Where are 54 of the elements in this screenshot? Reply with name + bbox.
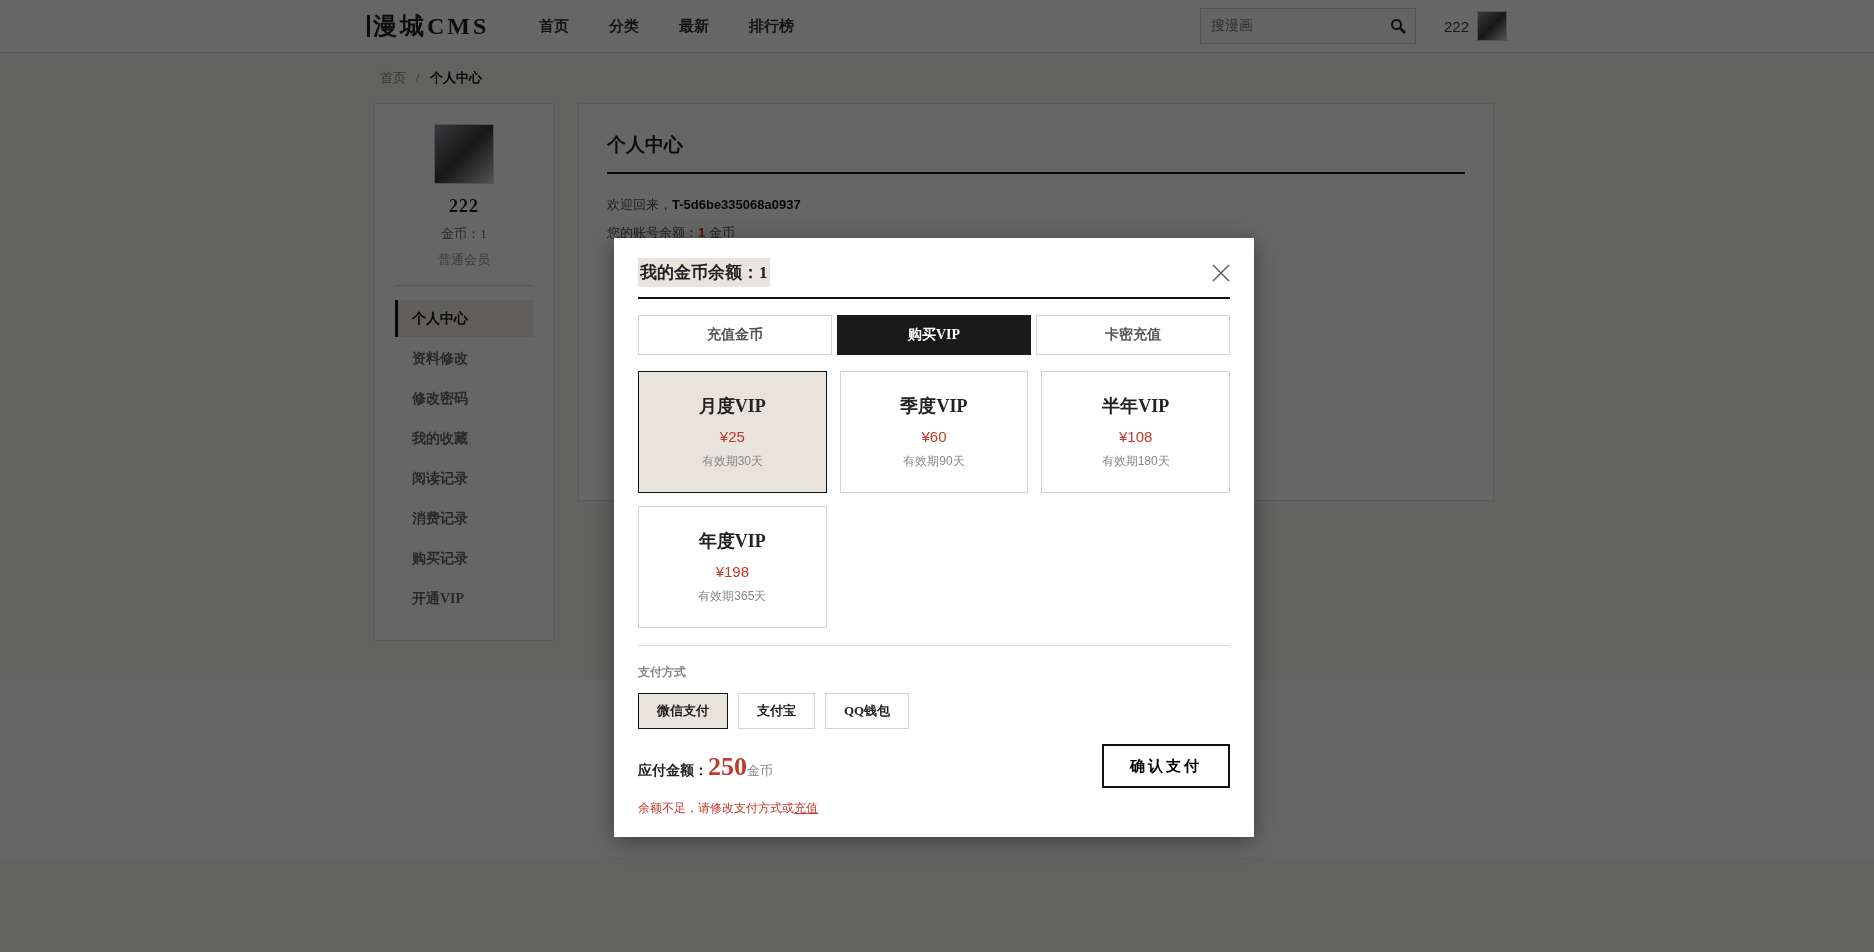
plan-name: 年度VIP: [698, 530, 766, 553]
recharge-link[interactable]: 充值: [794, 801, 818, 815]
profile-username: 222: [449, 196, 479, 217]
sidebar-item[interactable]: 个人中心: [395, 300, 533, 337]
sidebar-item[interactable]: 购买记录: [395, 540, 533, 577]
sidebar-item[interactable]: 阅读记录: [395, 460, 533, 497]
nav-link[interactable]: 首页: [539, 16, 570, 36]
plan-card[interactable]: 半年VIP ¥108 有效期180天: [1041, 371, 1230, 493]
nav-link[interactable]: 分类: [609, 16, 640, 36]
sidebar-item[interactable]: 消费记录: [395, 500, 533, 537]
search-icon[interactable]: [1389, 18, 1406, 34]
plan-name: 月度VIP: [698, 395, 766, 418]
coin-count: 金币：1: [441, 225, 487, 243]
sidebar-item[interactable]: 资料修改: [395, 340, 533, 377]
plan-validity: 有效期180天: [1101, 453, 1170, 470]
plan-card[interactable]: 月度VIP ¥25 有效期30天: [638, 371, 827, 493]
plan-validity: 有效期30天: [701, 453, 763, 470]
nav-link[interactable]: 最新: [679, 16, 710, 36]
dialog-tab[interactable]: 卡密充值: [1036, 315, 1230, 355]
close-button[interactable]: [1212, 263, 1230, 282]
plan-validity: 有效期365天: [698, 588, 767, 605]
confirm-button[interactable]: 确认支付: [1102, 744, 1230, 788]
plan-price: ¥60: [921, 428, 947, 445]
payment-option[interactable]: QQ钱包: [825, 693, 910, 729]
breadcrumb-separator: /: [416, 69, 420, 86]
sidebar-item[interactable]: 开通VIP: [395, 580, 533, 617]
dialog-tab[interactable]: 购买VIP: [837, 315, 1031, 355]
welcome-text: 欢迎回来，T-5d6be335068a0937: [607, 196, 802, 214]
dialog-tab[interactable]: 充值金币: [638, 315, 832, 355]
amount-value: 250: [708, 752, 747, 782]
plan-validity: 有效期90天: [903, 453, 965, 470]
payment-label: 支付方式: [638, 664, 687, 681]
avatar-placeholder: [434, 124, 494, 184]
plan-card[interactable]: 年度VIP ¥198 有效期365天: [638, 506, 827, 628]
plan-name: 季度VIP: [900, 395, 968, 418]
page-title: 个人中心: [607, 132, 1465, 174]
warning-text: 余额不足，请修改支付方式或充值: [638, 800, 819, 817]
nav-link[interactable]: 排行榜: [749, 16, 795, 36]
amount-unit: 金币: [747, 763, 773, 780]
site-logo[interactable]: 漫城CMS: [367, 15, 490, 37]
plan-price: ¥108: [1118, 428, 1153, 445]
amount-label: 应付金额：: [638, 762, 708, 780]
plan-name: 半年VIP: [1102, 395, 1170, 418]
avatar-placeholder[interactable]: [1477, 11, 1507, 41]
sidebar-item[interactable]: 修改密码: [395, 380, 533, 417]
breadcrumb-link[interactable]: 个人中心: [429, 69, 482, 103]
plan-price: ¥25: [719, 428, 745, 445]
payment-option[interactable]: 微信支付: [638, 693, 728, 729]
dialog-title: 我的金币余额：1: [638, 258, 770, 287]
payment-option[interactable]: 支付宝: [738, 693, 815, 729]
plan-card[interactable]: 季度VIP ¥60 有效期90天: [839, 371, 1029, 493]
sidebar-item[interactable]: 我的收藏: [395, 420, 533, 457]
plan-price: ¥198: [715, 563, 749, 580]
header-username[interactable]: 222: [1443, 17, 1469, 35]
